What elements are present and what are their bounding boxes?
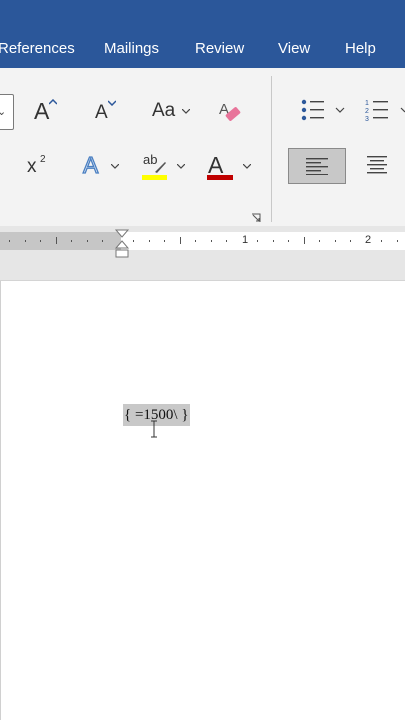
chevron-down-icon	[111, 164, 119, 169]
ribbon-group-separator	[271, 76, 272, 222]
ruler-tick	[56, 237, 57, 244]
chevron-down-icon	[182, 109, 190, 114]
align-left-button[interactable]	[288, 148, 346, 184]
ribbon	[0, 68, 405, 226]
tab-view[interactable]: View	[278, 40, 310, 57]
bullet-list-icon	[301, 99, 345, 121]
ruler-tick	[381, 240, 382, 242]
grow-font-button[interactable]: A	[34, 96, 62, 126]
text-effects-glyph: A	[82, 151, 99, 178]
ruler-tick	[335, 240, 336, 242]
ruler-tick	[164, 240, 165, 242]
i-beam-cursor-icon	[151, 420, 157, 438]
text-effects-button[interactable]: A	[82, 151, 123, 180]
tab-references[interactable]: References	[0, 40, 75, 57]
superscript-base: x	[27, 156, 37, 177]
center-align-button[interactable]	[366, 155, 390, 177]
highlighter-pen-icon	[155, 162, 166, 173]
numbering-button[interactable]: 1 2 3	[365, 98, 405, 124]
ruler-tick	[102, 240, 103, 242]
dialog-launcher-icon	[252, 213, 261, 222]
align-left-icon	[306, 158, 328, 175]
svg-text:2: 2	[365, 108, 369, 115]
numbered-list-icon: 1 2 3	[365, 100, 405, 123]
ruler-tick	[304, 237, 305, 244]
ruler-tick	[180, 237, 181, 244]
ribbon-tab-bar: References Mailings Review View Help	[0, 0, 405, 68]
chevron-down-icon: ⌄	[0, 106, 7, 118]
tab-review[interactable]: Review	[195, 40, 244, 57]
ruler-tick	[273, 240, 274, 242]
grow-font-glyph: A	[34, 98, 50, 124]
text-highlight-color-button[interactable]: ab	[141, 152, 187, 182]
font-size-dropdown[interactable]: ⌄	[0, 94, 14, 130]
tab-help[interactable]: Help	[345, 40, 376, 57]
font-color-swatch	[207, 175, 233, 180]
clear-formatting-button[interactable]: A	[218, 98, 242, 124]
ruler-tick	[288, 240, 289, 242]
ruler-tick	[319, 240, 320, 242]
chevron-down-icon	[177, 164, 185, 169]
ruler-number: 1	[242, 234, 249, 246]
ruler-tick	[71, 240, 72, 242]
horizontal-ruler[interactable]: 1 2	[0, 232, 405, 250]
caret-up-icon	[49, 99, 57, 105]
ruler-tick	[226, 240, 227, 242]
ruler-tick	[133, 240, 134, 242]
align-center-icon	[367, 156, 387, 174]
svg-text:1: 1	[365, 100, 369, 107]
shrink-font-glyph: A	[95, 102, 108, 123]
change-case-glyph: Aa	[152, 100, 176, 121]
caret-down-icon	[108, 100, 116, 106]
ruler-tick	[25, 240, 26, 242]
font-color-button[interactable]: A	[206, 152, 252, 182]
ruler-tick	[211, 240, 212, 242]
shrink-font-button[interactable]: A	[95, 100, 121, 126]
ruler-tick	[257, 240, 258, 242]
ruler-tick	[350, 240, 351, 242]
ruler-tick	[149, 240, 150, 242]
indent-marker[interactable]	[114, 229, 130, 259]
chevron-down-icon	[243, 164, 251, 169]
bullets-button[interactable]	[300, 98, 346, 124]
svg-text:3: 3	[365, 116, 369, 123]
ruler-tick	[195, 240, 196, 242]
change-case-button[interactable]: Aa	[152, 98, 192, 124]
clear-formatting-icon: A	[219, 101, 241, 121]
highlight-color-swatch	[142, 175, 167, 180]
document-page[interactable]	[0, 281, 405, 720]
ruler-tick	[87, 240, 88, 242]
font-dialog-launcher[interactable]	[251, 210, 261, 222]
ruler-tick	[9, 240, 10, 242]
tab-mailings[interactable]: Mailings	[104, 40, 159, 57]
superscript-exponent: 2	[40, 154, 46, 165]
ruler-number: 2	[365, 234, 372, 246]
ruler-tick	[40, 240, 41, 242]
ruler-tick	[397, 240, 398, 242]
superscript-button[interactable]: x 2	[27, 154, 51, 178]
